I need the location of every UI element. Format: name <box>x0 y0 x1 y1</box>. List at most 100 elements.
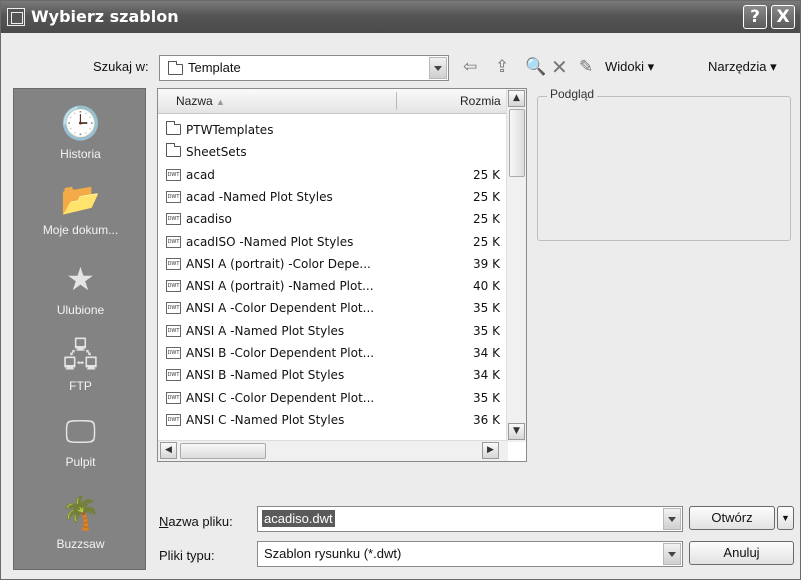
list-item[interactable]: DWT acad 25 K <box>166 165 506 187</box>
list-item[interactable]: DWT acadISO -Named Plot Styles 25 K <box>166 232 506 254</box>
column-size-header[interactable]: Rozmia <box>460 94 501 108</box>
file-name: SheetSets <box>186 145 247 160</box>
cancel-button[interactable]: Anuluj <box>689 541 794 565</box>
file-name: acad <box>186 167 215 182</box>
scroll-left-icon[interactable]: ◀ <box>160 442 177 459</box>
file-size: 40 K <box>473 279 500 294</box>
help-button[interactable]: ? <box>743 5 767 29</box>
file-size: 39 K <box>473 256 500 271</box>
column-separator[interactable] <box>396 92 397 110</box>
list-item[interactable]: DWT ANSI B -Named Plot Styles 34 K <box>166 365 506 387</box>
lookin-combo[interactable]: Template <box>159 55 449 81</box>
open-options-icon[interactable]: ▼ <box>777 506 794 530</box>
file-name: ANSI A -Named Plot Styles <box>186 323 345 338</box>
back-icon[interactable]: ⇦ <box>463 55 477 79</box>
filename-dropdown-icon[interactable] <box>663 508 681 530</box>
list-item[interactable]: DWT ANSI A -Named Plot Styles 35 K <box>166 321 506 343</box>
filename-label: Nazwa pliku: <box>159 514 233 529</box>
file-size: 36 K <box>473 412 500 427</box>
file-name: ANSI C -Named Plot Styles <box>186 412 345 427</box>
file-size: 35 K <box>473 323 500 338</box>
tools-menu[interactable]: Narzędzia ▾ <box>708 59 777 75</box>
lookin-label: Szukaj w: <box>93 59 149 74</box>
file-name: acad -Named Plot Styles <box>186 189 333 204</box>
file-name: acadISO -Named Plot Styles <box>186 234 354 249</box>
places-bar: 🕒 Historia 📂 Moje dokum... ★ Ulubione 🖧 … <box>13 88 146 570</box>
list-header: Nazwa ▲ Rozmia <box>158 89 508 114</box>
file-size: 35 K <box>473 301 500 316</box>
my-documents-icon: 📂 <box>60 181 101 217</box>
file-name: ANSI B -Named Plot Styles <box>186 368 345 383</box>
up-folder-icon[interactable]: ⇪ <box>495 55 509 79</box>
filename-input[interactable]: acadiso.dwt <box>257 506 683 532</box>
dwt-file-icon: DWT <box>166 190 181 203</box>
list-item[interactable]: DWT acad -Named Plot Styles 25 K <box>166 187 506 209</box>
place-buzzsaw[interactable]: 🌴 Buzzsaw <box>14 495 147 551</box>
place-desktop[interactable]: 🖵 Pulpit <box>14 413 147 469</box>
open-button[interactable]: Otwórz <box>689 506 775 530</box>
vertical-scrollbar[interactable]: ▲ ▼ <box>506 89 526 442</box>
file-name: PTWTemplates <box>186 123 274 137</box>
dialog-title: Wybierz szablon <box>31 7 179 26</box>
lookin-dropdown-icon[interactable] <box>429 57 447 79</box>
place-my-documents[interactable]: 📂 Moje dokum... <box>14 181 147 237</box>
views-menu[interactable]: Widoki ▾ <box>605 59 654 75</box>
file-size: 25 K <box>473 189 500 204</box>
delete-icon[interactable]: ✕ <box>551 55 568 79</box>
file-size: 34 K <box>473 346 500 360</box>
list-item[interactable]: DWT ANSI C -Named Plot Styles 36 K <box>166 410 506 432</box>
title-bar[interactable]: Wybierz szablon ? X <box>1 1 800 33</box>
horizontal-scrollbar[interactable]: ◀ ▶ <box>158 440 508 461</box>
filename-value: acadiso.dwt <box>262 510 335 527</box>
dwt-file-icon: DWT <box>166 391 181 404</box>
dwt-file-icon: DWT <box>166 280 181 293</box>
scroll-right-icon[interactable]: ▶ <box>482 442 499 459</box>
dwt-file-icon: DWT <box>166 213 181 226</box>
file-name: ANSI A (portrait) -Color Depe... <box>186 256 371 271</box>
list-item[interactable]: DWT acadiso 25 K <box>166 209 506 231</box>
place-history[interactable]: 🕒 Historia <box>14 105 147 161</box>
scroll-down-icon[interactable]: ▼ <box>508 423 525 440</box>
list-item[interactable]: SheetSets <box>166 142 506 164</box>
place-favorites[interactable]: ★ Ulubione <box>14 261 147 317</box>
list-item[interactable]: PTWTemplates <box>166 120 506 142</box>
file-name: acadiso <box>186 212 232 227</box>
dwt-file-icon: DWT <box>166 302 181 315</box>
create-folder-icon[interactable]: ✎ <box>579 55 593 79</box>
select-template-dialog: Wybierz szablon ? X Szukaj w: Template ⇦… <box>0 0 801 580</box>
folder-icon <box>168 61 183 75</box>
column-name-header[interactable]: Nazwa ▲ <box>176 94 225 108</box>
list-item[interactable]: DWT ANSI C -Color Dependent Plot... 35 K <box>166 388 506 410</box>
folder-icon <box>166 143 181 158</box>
file-name: ANSI A (portrait) -Named Plot... <box>186 279 374 294</box>
scroll-up-icon[interactable]: ▲ <box>508 90 525 107</box>
filetype-dropdown-icon[interactable] <box>663 543 681 565</box>
dwt-file-icon: DWT <box>166 413 181 426</box>
preview-label: Podgląd <box>547 87 598 101</box>
folder-icon <box>166 121 181 135</box>
dwt-file-icon: DWT <box>166 369 181 382</box>
file-name: ANSI B -Color Dependent Plot... <box>186 346 375 360</box>
filename-label-rest: azwa pliku: <box>168 514 233 529</box>
close-button[interactable]: X <box>771 5 795 29</box>
ftp-icon: 🖧 <box>62 337 99 373</box>
list-item[interactable]: DWT ANSI A (portrait) -Color Depe... 39 K <box>166 254 506 276</box>
buzzsaw-icon: 🌴 <box>60 495 101 531</box>
list-item[interactable]: DWT ANSI B -Color Dependent Plot... 34 K <box>166 343 506 365</box>
dwt-file-icon: DWT <box>166 257 181 270</box>
file-size: 34 K <box>473 368 500 383</box>
dwt-file-icon: DWT <box>166 324 181 337</box>
filetype-value: Szablon rysunku (*.dwt) <box>264 546 402 561</box>
dwt-file-icon: DWT <box>166 168 181 181</box>
dialog-icon <box>7 8 25 26</box>
vertical-scroll-thumb[interactable] <box>509 109 525 177</box>
place-ftp[interactable]: 🖧 FTP <box>14 337 147 393</box>
list-item[interactable]: DWT ANSI A (portrait) -Named Plot... 40 K <box>166 276 506 298</box>
file-list[interactable]: Nazwa ▲ Rozmia PTWTemplates SheetSets DWT a… <box>157 88 527 462</box>
search-web-icon[interactable]: 🔍 <box>525 55 546 79</box>
lookin-value: Template <box>188 60 241 75</box>
horizontal-scroll-thumb[interactable] <box>180 443 266 459</box>
file-name: ANSI C -Color Dependent Plot... <box>186 390 375 405</box>
list-item[interactable]: DWT ANSI A -Color Dependent Plot... 35 K <box>166 298 506 320</box>
filetype-combo[interactable]: Szablon rysunku (*.dwt) <box>257 541 683 567</box>
